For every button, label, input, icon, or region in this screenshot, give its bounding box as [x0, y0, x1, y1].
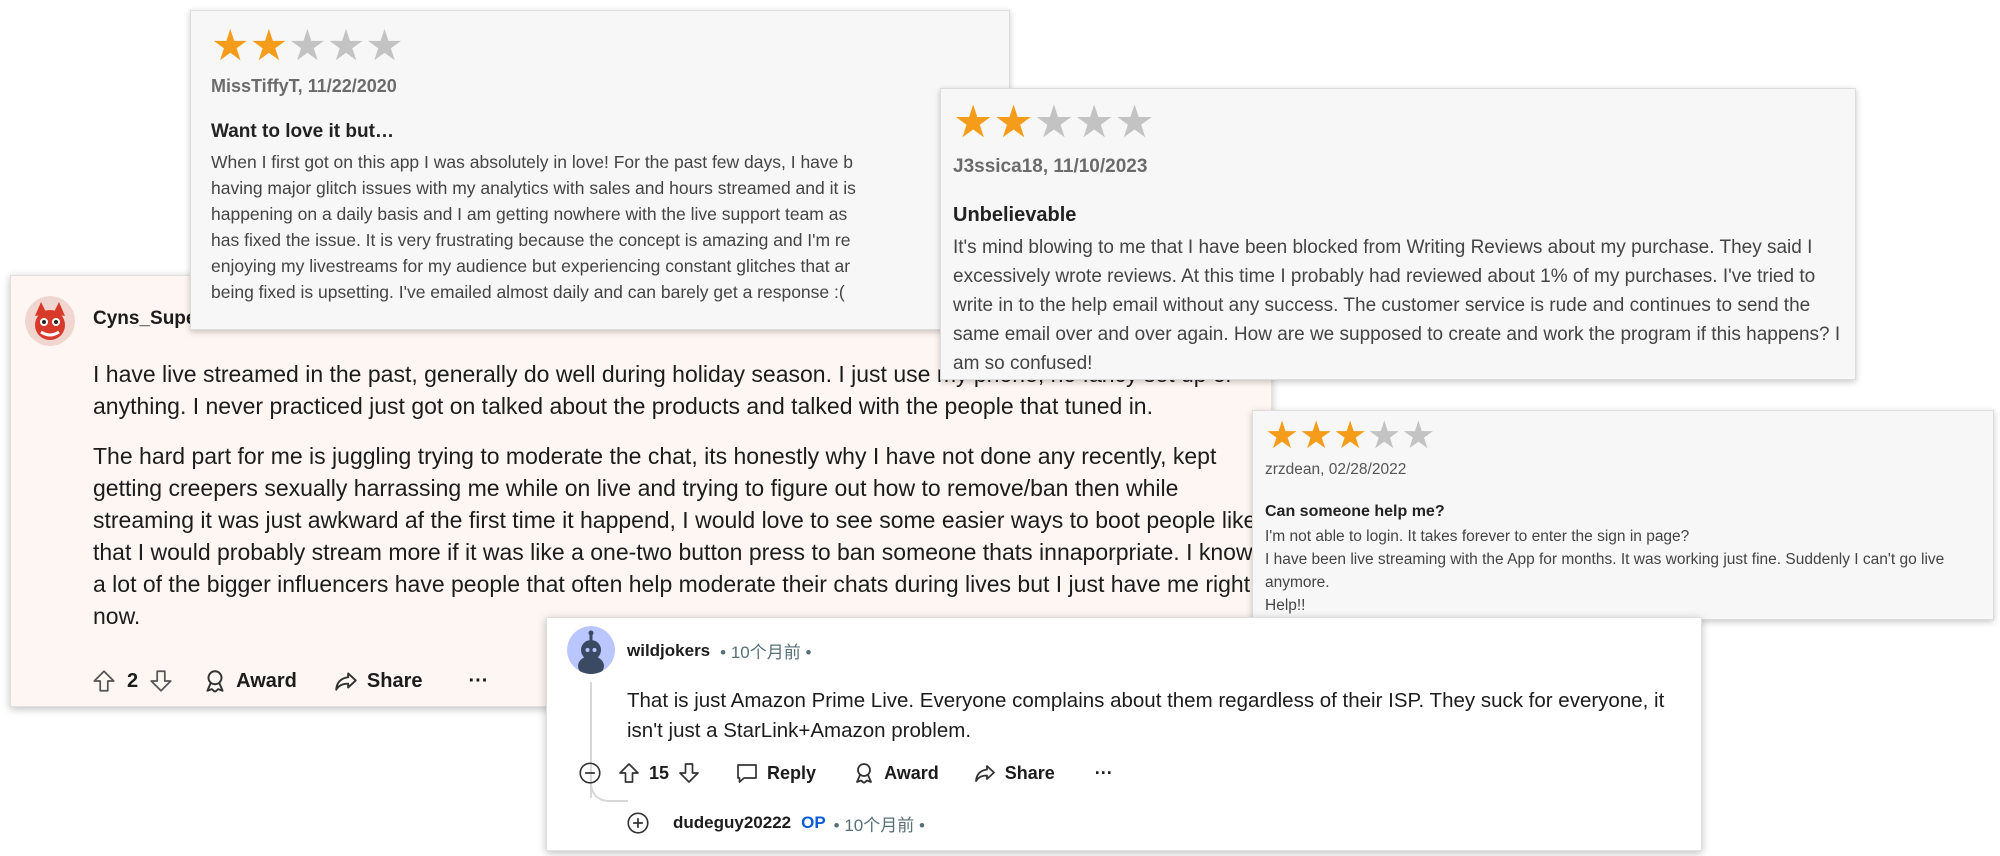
review-line: I have been live streaming with the App … [1265, 551, 1945, 591]
comment-username[interactable]: Cyns_Supe [93, 308, 196, 330]
comment-meta: • 10个月前 • [720, 643, 812, 662]
review-body: I'm not able to login. It takes forever … [1265, 525, 1981, 617]
star-rating: ★ ★ ★ ★ ★ [211, 25, 989, 68]
review-card-misstiffyt: ★ ★ ★ ★ ★ MissTiffyT, 11/22/2020 Want to lov… [190, 10, 1010, 330]
award-label: Award [236, 669, 297, 692]
star-icon: ★ [1299, 415, 1334, 457]
share-label: Share [1004, 762, 1055, 783]
star-icon: ★ [288, 22, 327, 70]
review-line: enjoying my livestreams for my audience … [211, 256, 851, 276]
award-button[interactable]: Award [852, 761, 939, 785]
share-button[interactable]: Share [333, 668, 423, 694]
downvote-button[interactable] [148, 668, 174, 694]
comment-action-bar: 15 Reply Award Share ··· [577, 760, 1113, 786]
expand-button[interactable] [625, 810, 651, 836]
review-line: I'm not able to login. It takes forever … [1265, 528, 1690, 545]
star-icon: ★ [953, 96, 994, 147]
review-line: having major glitch issues with my analy… [211, 178, 856, 198]
upvote-button[interactable] [617, 761, 641, 785]
star-icon: ★ [1114, 96, 1155, 147]
review-body: When I first got on this app I was absol… [211, 149, 989, 305]
review-title: Can someone help me? [1265, 503, 1445, 520]
downvote-icon [150, 670, 172, 692]
op-badge: OP [801, 813, 826, 832]
review-body: It's mind blowing to me that I have been… [953, 237, 1841, 374]
reply-meta: • 10个月前 • [833, 815, 925, 835]
review-title: Unbelievable [953, 204, 1077, 226]
vote-count: 15 [649, 762, 670, 783]
star-icon: ★ [365, 22, 404, 70]
review-line: happening on a daily basis and I am gett… [211, 204, 848, 224]
review-card-j3ssica18: ★ ★ ★ ★ ★ J3ssica18, 11/10/2023 Unbelievable… [940, 88, 1856, 380]
more-options-button[interactable]: ··· [1095, 763, 1113, 784]
star-icon: ★ [1333, 415, 1368, 457]
star-icon: ★ [1265, 415, 1300, 457]
share-label: Share [366, 669, 423, 692]
share-icon [974, 765, 995, 782]
star-rating: ★ ★ ★ ★ ★ [953, 99, 1843, 144]
review-line: has fixed the issue. It is very frustrat… [211, 230, 851, 250]
comment-action-bar: 2 Award Share ··· [91, 668, 488, 694]
reply-button[interactable]: Reply [735, 761, 816, 785]
upvote-icon [619, 763, 639, 783]
reply-label: Reply [767, 762, 817, 783]
review-card-zrzdean: ★ ★ ★ ★ ★ zrzdean, 02/28/2022 Can someone he… [1252, 410, 1994, 620]
reply-username[interactable]: dudeguy20222 [673, 813, 791, 833]
vote-count: 2 [127, 669, 139, 692]
award-button[interactable]: Award [202, 668, 297, 694]
review-title: Want to love it but… [211, 121, 394, 142]
more-options-button[interactable]: ··· [468, 670, 488, 693]
comment-username[interactable]: wildjokers [627, 641, 710, 661]
downvote-icon [679, 763, 699, 783]
reply-icon [737, 764, 757, 783]
award-icon [206, 670, 224, 693]
upvote-button[interactable] [91, 668, 117, 694]
comment-body: That is just Amazon Prime Live. Everyone… [627, 689, 1665, 742]
award-label: Award [884, 762, 939, 783]
award-icon [856, 763, 872, 784]
reply-row: dudeguy20222 OP • 10个月前 • [625, 810, 925, 836]
star-icon: ★ [1033, 96, 1075, 147]
star-icon: ★ [1074, 96, 1115, 147]
comment-card-wildjokers: wildjokers • 10个月前 • That is just Amazon… [546, 617, 1702, 851]
review-line: Help!! [1265, 597, 1306, 614]
review-author-date: J3ssica18, 11/10/2023 [953, 156, 1148, 177]
downvote-button[interactable] [677, 761, 701, 785]
comment-body: I have live streamed in the past, genera… [93, 358, 1263, 650]
review-line: When I first got on this app I was absol… [211, 152, 853, 172]
review-line: being fixed is upsetting. I've emailed a… [211, 282, 845, 302]
star-icon: ★ [1401, 415, 1436, 457]
review-author-date: zrzdean, 02/28/2022 [1265, 461, 1407, 478]
star-icon: ★ [993, 96, 1034, 147]
avatar[interactable] [25, 296, 75, 346]
star-rating: ★ ★ ★ ★ ★ [1265, 417, 1981, 455]
avatar[interactable] [567, 626, 615, 674]
comment-paragraph: The hard part for me is juggling trying … [93, 443, 1257, 629]
expand-icon [627, 812, 649, 834]
comment-header: wildjokers • 10个月前 • [627, 638, 811, 663]
star-icon: ★ [249, 22, 289, 70]
star-icon: ★ [326, 22, 366, 70]
collapse-button[interactable] [577, 760, 603, 786]
review-author-date: MissTiffyT, 11/22/2020 [211, 76, 397, 96]
share-button[interactable]: Share [973, 761, 1055, 785]
star-icon: ★ [1367, 415, 1402, 457]
upvote-icon [93, 670, 115, 692]
share-icon [335, 672, 357, 691]
collapse-icon [579, 762, 601, 784]
star-icon: ★ [211, 22, 250, 70]
